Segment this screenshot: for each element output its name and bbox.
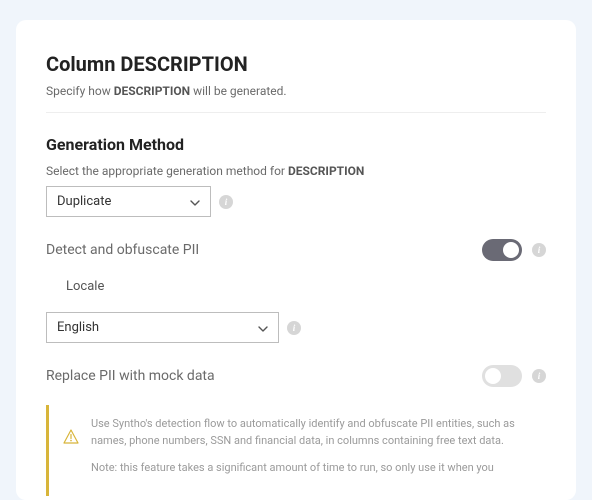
detect-pii-label: Detect and obfuscate PII: [46, 242, 199, 258]
generation-method-select[interactable]: Duplicate: [46, 186, 211, 217]
info-icon[interactable]: i: [532, 369, 546, 383]
notice-text: Use Syntho's detection flow to automatic…: [91, 415, 532, 486]
warning-icon: [63, 429, 79, 449]
generation-method-value: Duplicate: [57, 194, 111, 209]
divider: [46, 112, 546, 113]
replace-pii-toggle[interactable]: [482, 365, 522, 387]
generation-method-heading: Generation Method: [46, 135, 546, 154]
detect-pii-row: Detect and obfuscate PII i: [46, 239, 546, 261]
chevron-down-icon: [258, 323, 268, 333]
info-icon[interactable]: i: [287, 321, 301, 335]
panel-subtitle: Specify how DESCRIPTION will be generate…: [46, 84, 546, 98]
locale-value: English: [57, 320, 99, 335]
info-icon[interactable]: i: [219, 195, 233, 209]
chevron-down-icon: [190, 197, 200, 207]
replace-pii-label: Replace PII with mock data: [46, 368, 215, 384]
detect-pii-toggle[interactable]: [482, 239, 522, 261]
replace-pii-row: Replace PII with mock data i: [46, 365, 546, 387]
locale-row: English i: [46, 312, 546, 343]
locale-label: Locale: [66, 279, 546, 294]
generation-method-row: Duplicate i: [46, 186, 546, 217]
info-icon[interactable]: i: [532, 243, 546, 257]
generation-method-helper: Select the appropriate generation method…: [46, 164, 546, 178]
config-panel: Column DESCRIPTION Specify how DESCRIPTI…: [16, 20, 576, 500]
warning-notice: Use Syntho's detection flow to automatic…: [46, 405, 546, 496]
locale-select[interactable]: English: [46, 312, 279, 343]
panel-title: Column DESCRIPTION: [46, 52, 546, 76]
